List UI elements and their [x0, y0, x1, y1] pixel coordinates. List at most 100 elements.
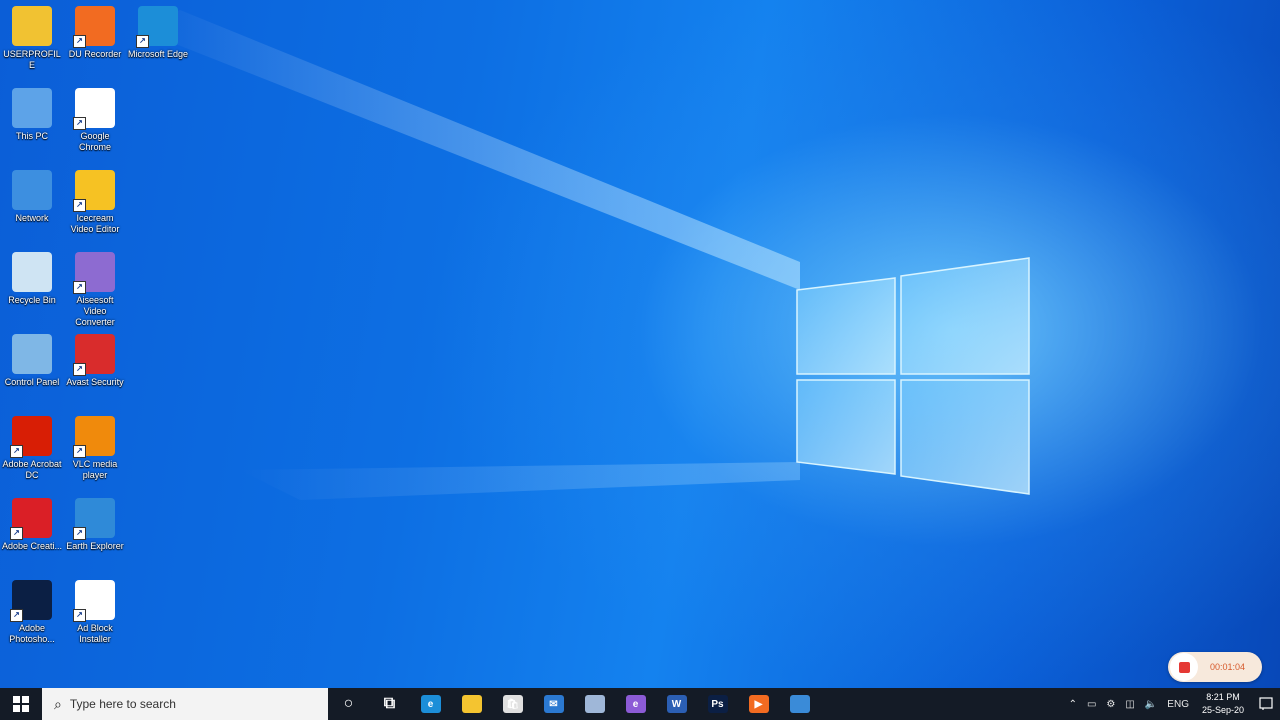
desktop-icon-label: Ad Block Installer: [77, 623, 113, 644]
desktop-icon-label: Avast Security: [66, 377, 124, 387]
shortcut-arrow-icon: ↗: [10, 527, 23, 540]
desktop-icon[interactable]: ↗ Ad Block Installer: [65, 580, 125, 656]
file-explorer-icon: [461, 695, 482, 713]
taskbar-app-button[interactable]: e: [410, 688, 451, 720]
acrobat-icon: ↗: [10, 416, 52, 458]
desktop-icon[interactable]: This PC: [2, 88, 62, 164]
start-button[interactable]: [0, 688, 42, 720]
desktop-icon-label: Recycle Bin: [8, 295, 56, 305]
taskbar-search-box[interactable]: ⌕ Type here to search: [42, 688, 328, 720]
taskbar-app-button[interactable]: [451, 688, 492, 720]
taskbar: ⌕ Type here to search ○ ⧉ e 🛍 ✉ e W Ps ▶ ⌃ ▭ ⚙ ◫…: [0, 688, 1280, 720]
windows-logo-wallpaper: [796, 257, 1030, 495]
desktop[interactable]: USERPROFILE This PC Network Recycle Bin Cont…: [0, 0, 1280, 688]
search-placeholder: Type here to search: [69, 697, 176, 711]
vlc-icon: ↗: [73, 416, 115, 458]
wallpaper-light-beams: [140, 10, 800, 500]
recording-timer: 00:01:04: [1210, 662, 1246, 672]
shortcut-arrow-icon: ↗: [73, 117, 86, 130]
shortcut-arrow-icon: ↗: [73, 527, 86, 540]
system-tray: ⌃ ▭ ⚙ ◫ 🔈 ENG 8:21 PM 25-Sep-20: [1064, 688, 1280, 720]
shortcut-arrow-icon: ↗: [10, 609, 23, 622]
creative-cloud-icon: ↗: [10, 498, 52, 540]
clock[interactable]: 8:21 PM 25-Sep-20: [1194, 691, 1252, 717]
desktop-icon[interactable]: ↗ Avast Security: [65, 334, 125, 410]
network-icon: [12, 170, 52, 210]
desktop-icon-label: Microsoft Edge: [127, 49, 189, 59]
chrome-icon: ↗: [73, 580, 115, 622]
desktop-icon-label: Network: [15, 213, 49, 223]
photoshop-icon: ↗: [10, 580, 52, 622]
desktop-icon-label: This PC: [15, 131, 48, 141]
search-icon: ⌕: [54, 695, 62, 712]
desktop-icon[interactable]: ↗ DU Recorder: [65, 6, 125, 82]
desktop-icon-label: Aiseesoft Video Converter: [75, 295, 115, 327]
desktop-icon[interactable]: ↗ Aiseesoft Video Converter: [65, 252, 125, 328]
store-icon: 🛍: [502, 695, 523, 713]
taskbar-app-button[interactable]: [574, 688, 615, 720]
shortcut-arrow-icon: ↗: [73, 35, 86, 48]
desktop-icon[interactable]: ↗ Google Chrome: [65, 88, 125, 164]
chevron-up-icon[interactable]: ⌃: [1064, 699, 1082, 710]
taskbar-app-button[interactable]: e: [615, 688, 656, 720]
recycle-bin-icon: [12, 252, 52, 292]
desktop-icon[interactable]: ↗ Adobe Acrobat DC: [2, 416, 62, 492]
desktop-icon-label: Adobe Acrobat DC: [2, 459, 62, 480]
desktop-icon[interactable]: ↗ VLC media player: [65, 416, 125, 492]
clock-time: 8:21 PM: [1206, 692, 1240, 702]
desktop-icon-label: DU Recorder: [68, 49, 122, 59]
wifi-icon[interactable]: ◫: [1120, 699, 1139, 710]
taskbar-app-button[interactable]: 🛍: [492, 688, 533, 720]
stop-icon: [1178, 661, 1190, 673]
desktop-icon[interactable]: Network: [2, 170, 62, 246]
du-recorder-icon: ↗: [73, 6, 115, 48]
desktop-icon-label: Earth Explorer: [66, 541, 124, 551]
desktop-icon[interactable]: ↗ Adobe Photosho...: [2, 580, 62, 656]
language-indicator[interactable]: ENG: [1162, 699, 1194, 710]
desktop-icon-label: Adobe Creati...: [1, 541, 63, 551]
this-pc-icon: [12, 88, 52, 128]
browser-icon: e: [625, 695, 646, 713]
taskbar-app-button[interactable]: W: [656, 688, 697, 720]
settings-tray-icon[interactable]: ⚙: [1101, 699, 1120, 710]
desktop-icon[interactable]: USERPROFILE: [2, 6, 62, 82]
cortana-icon: ○: [343, 695, 354, 712]
desktop-icon[interactable]: ↗ Earth Explorer: [65, 498, 125, 574]
shortcut-arrow-icon: ↗: [73, 363, 86, 376]
screen-recorder-widget[interactable]: 00:01:04: [1168, 652, 1262, 682]
desktop-icon-label: Google Chrome: [78, 131, 111, 152]
taskbar-app-button[interactable]: ▶: [738, 688, 779, 720]
taskbar-app-button[interactable]: Ps: [697, 688, 738, 720]
taskbar-app-button[interactable]: ○: [328, 688, 369, 720]
desktop-icon-label: VLC media player: [72, 459, 118, 480]
taskbar-app-button[interactable]: ✉: [533, 688, 574, 720]
taskbar-pinned-apps: ○ ⧉ e 🛍 ✉ e W Ps ▶: [328, 688, 820, 720]
desktop-icon[interactable]: ↗ Adobe Creati...: [2, 498, 62, 574]
volume-icon[interactable]: 🔈: [1140, 699, 1162, 710]
stop-recording-button[interactable]: [1170, 653, 1198, 681]
word-icon: W: [666, 695, 687, 713]
user-folder-icon: [12, 6, 52, 46]
du-recorder-icon: ▶: [748, 695, 769, 713]
globe-icon: ↗: [73, 498, 115, 540]
clock-date: 25-Sep-20: [1201, 705, 1244, 715]
photos-icon: [789, 695, 810, 713]
task-view-icon: ⧉: [383, 695, 396, 712]
video-converter-icon: ↗: [73, 252, 115, 294]
shortcut-arrow-icon: ↗: [73, 609, 86, 622]
shortcut-arrow-icon: ↗: [73, 281, 86, 294]
taskbar-app-button[interactable]: ⧉: [369, 688, 410, 720]
notification-icon: [1259, 697, 1273, 710]
video-editor-icon: ↗: [73, 170, 115, 212]
desktop-icon-label: USERPROFILE: [3, 49, 61, 70]
desktop-icon[interactable]: ↗ Microsoft Edge: [128, 6, 188, 82]
desktop-icon-label: Control Panel: [4, 377, 60, 387]
taskbar-app-button[interactable]: [779, 688, 820, 720]
desktop-icon[interactable]: Recycle Bin: [2, 252, 62, 328]
desktop-icon[interactable]: Control Panel: [2, 334, 62, 410]
desktop-icon[interactable]: ↗ Icecream Video Editor: [65, 170, 125, 246]
app-icon: [584, 695, 605, 713]
shortcut-arrow-icon: ↗: [136, 35, 149, 48]
action-center-button[interactable]: [1252, 688, 1280, 720]
network-tray-icon[interactable]: ▭: [1082, 699, 1101, 710]
